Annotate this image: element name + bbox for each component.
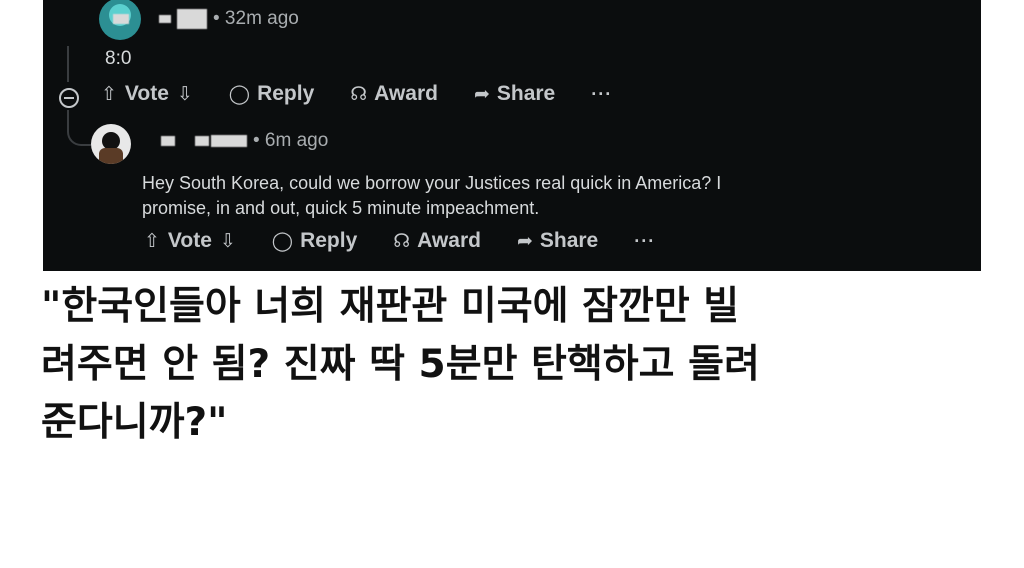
vote-label: Vote <box>167 229 212 252</box>
top-comment-meta: • 32m ago <box>109 8 299 30</box>
reply-button[interactable]: ◯ Reply <box>272 229 357 253</box>
vote-label: Vote <box>124 82 169 105</box>
more-options-button[interactable]: ··· <box>591 84 612 105</box>
reply-body-line-2: promise, in and out, quick 5 minute impe… <box>142 198 540 218</box>
blurred-username-part <box>195 136 209 146</box>
award-label: Award <box>417 229 481 252</box>
more-options-button[interactable]: ··· <box>634 231 655 252</box>
down-arrow-icon[interactable]: ⇩ <box>220 230 236 253</box>
reply-user-avatar[interactable] <box>91 124 131 164</box>
reply-comment-meta: • 6m ago <box>161 130 328 152</box>
korean-caption: "한국인들아 너희 재판관 미국에 잠깐만 빌 려주면 안 됨? 진짜 딱 5분… <box>41 278 1001 452</box>
vote-control[interactable]: ⇧ Vote ⇩ <box>144 229 236 253</box>
share-arrow-icon: ➦ <box>516 230 533 252</box>
blurred-username-part <box>113 14 129 24</box>
avatar-body <box>99 148 123 164</box>
speech-bubble-icon: ◯ <box>228 83 251 105</box>
top-comment-body: 8:0 <box>105 48 132 69</box>
reply-label: Reply <box>257 82 315 105</box>
reply-button[interactable]: ◯ Reply <box>229 82 314 106</box>
share-button[interactable]: ➦ Share <box>517 229 598 253</box>
award-ribbon-icon: ☊ <box>393 230 411 252</box>
down-arrow-icon[interactable]: ⇩ <box>177 83 193 106</box>
vote-control[interactable]: ⇧ Vote ⇩ <box>101 82 193 106</box>
caption-line-1: "한국인들아 너희 재판관 미국에 잠깐만 빌 <box>41 284 740 329</box>
reply-body-line-1: Hey South Korea, could we borrow your Ju… <box>142 173 722 193</box>
reply-label: Reply <box>300 229 358 252</box>
thread-connector <box>67 110 91 146</box>
share-label: Share <box>496 82 556 105</box>
up-arrow-icon[interactable]: ⇧ <box>101 83 117 106</box>
award-ribbon-icon: ☊ <box>350 83 368 105</box>
award-button[interactable]: ☊ Award <box>350 82 438 106</box>
blurred-username-part <box>159 15 171 23</box>
blurred-username-part <box>161 136 175 146</box>
reply-comment-actions: ⇧ Vote ⇩ ◯ Reply ☊ Award ➦ Share ··· <box>144 229 691 253</box>
top-comment-actions: ⇧ Vote ⇩ ◯ Reply ☊ Award ➦ Share ··· <box>101 82 648 106</box>
share-arrow-icon: ➦ <box>473 83 490 105</box>
reply-comment-body: Hey South Korea, could we borrow your Ju… <box>142 171 721 221</box>
award-label: Award <box>374 82 438 105</box>
blurred-username-part <box>177 9 207 29</box>
blurred-username-part <box>211 135 247 147</box>
top-comment-time: • 32m ago <box>213 8 299 29</box>
thread-line <box>67 46 69 82</box>
caption-line-3: 준다니까?" <box>41 400 228 445</box>
share-button[interactable]: ➦ Share <box>474 82 555 106</box>
caption-line-2: 려주면 안 됨? 진짜 딱 5분만 탄핵하고 돌려 <box>41 342 760 387</box>
share-label: Share <box>539 229 599 252</box>
reply-comment-time: • 6m ago <box>253 130 329 151</box>
award-button[interactable]: ☊ Award <box>393 229 481 253</box>
up-arrow-icon[interactable]: ⇧ <box>144 230 160 253</box>
reddit-screenshot: • 32m ago 8:0 ⇧ Vote ⇩ ◯ Reply ☊ Award ➦… <box>43 0 981 271</box>
speech-bubble-icon: ◯ <box>271 230 294 252</box>
collapse-minus-icon[interactable] <box>59 88 79 108</box>
